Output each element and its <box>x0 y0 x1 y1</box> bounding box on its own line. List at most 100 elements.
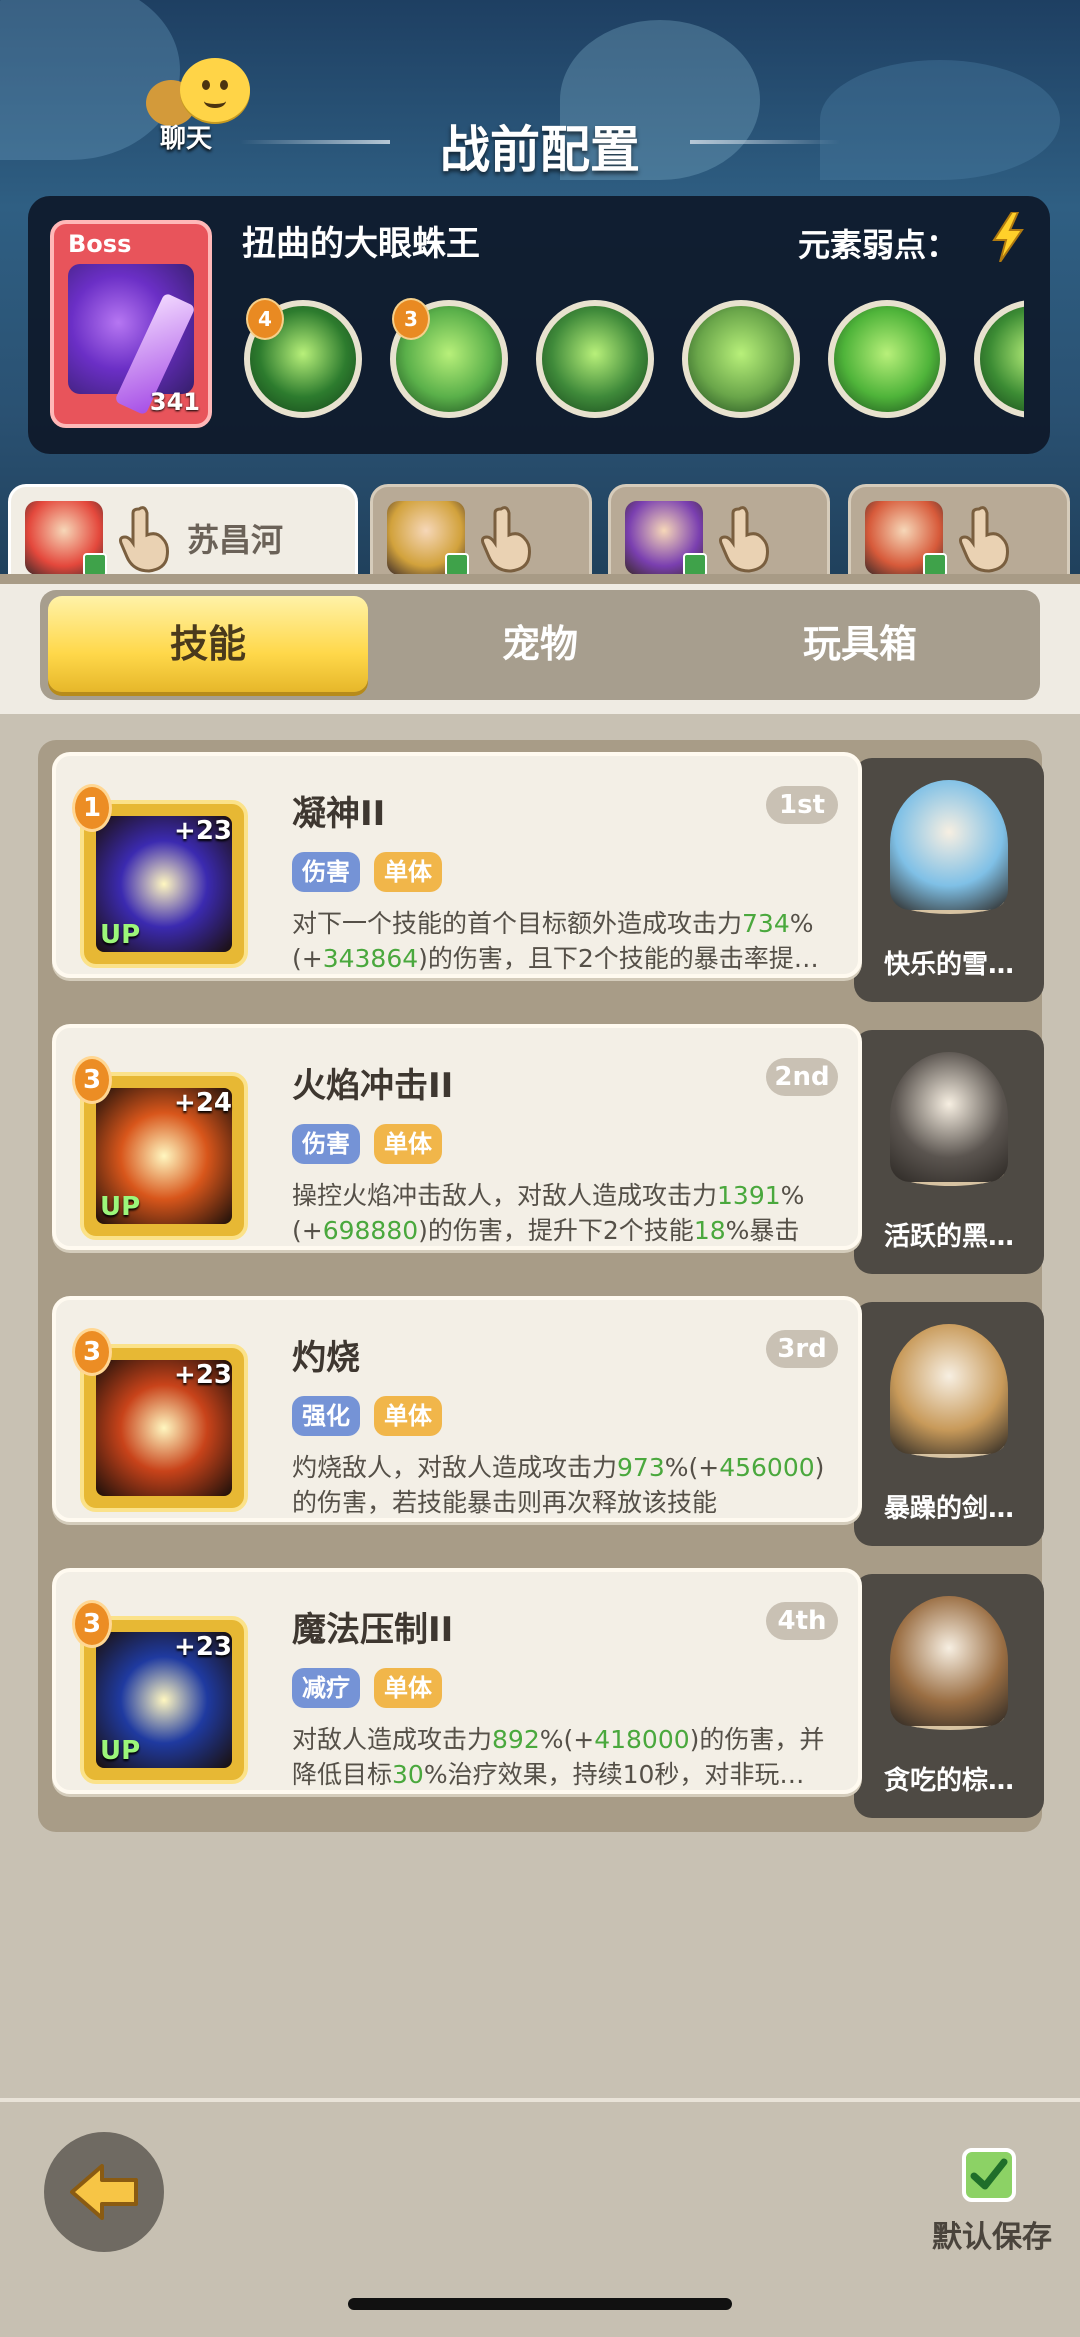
hero-tab-3[interactable] <box>608 484 830 584</box>
tap-hand-icon <box>959 506 1009 573</box>
skill-description: 操控火焰冲击敌人，对敌人造成攻击力1391%(+698880)的伤害，提升下2个… <box>292 1178 846 1248</box>
desc-text: 对下一个技能的首个目标额外造成攻击力 <box>292 909 743 938</box>
skill-title: 火焰冲击II <box>292 1066 454 1106</box>
tap-hand-icon <box>481 506 531 573</box>
pet-slot[interactable]: 暴躁的剑… <box>854 1302 1044 1546</box>
desc-text: 对敌人造成攻击力 <box>292 1725 493 1754</box>
skill-tag-type: 伤害 <box>292 852 360 892</box>
skill-list: 快乐的雪… +23 UP 1 凝神II 1st 伤害 单体 对下一个技能的首个目标额外造成攻击力… <box>38 740 1044 1832</box>
upgrade-badge: UP <box>100 1192 141 1222</box>
skill-level-badge: 3 <box>392 298 430 340</box>
skill-card-body: +23 UP 3 魔法压制II 4th 减疗 单体对敌人造成攻击力892%(+418000)… <box>52 1568 862 1794</box>
desc-value: 343864 <box>322 944 419 973</box>
avatar <box>25 501 107 577</box>
upgrade-badge: UP <box>100 920 141 950</box>
skill-tag-target: 单体 <box>374 1668 442 1708</box>
pet-name: 活跃的黑… <box>883 1222 1014 1252</box>
skill-level-badge: 3 <box>72 1600 112 1648</box>
skill-card-body: +24 UP 3 火焰冲击II 2nd 伤害 单体 操控火焰冲击敌人，对敌人造成攻击力1391… <box>52 1024 862 1250</box>
skill-order-badge: 4th <box>766 1602 838 1640</box>
desc-value: 456000 <box>719 1453 815 1482</box>
desc-value: 698880 <box>322 1216 419 1245</box>
green-slime-icon[interactable] <box>828 300 946 418</box>
checkmark-icon <box>970 2158 1008 2190</box>
skill-level-badge: 3 <box>72 1328 112 1376</box>
tab-pets[interactable]: 宠物 <box>380 596 700 692</box>
skill-tag-target: 单体 <box>374 852 442 892</box>
hero-banner: 聊天 战前配置 Boss 341 扭曲的大眼蛛王 元素弱点： 43 苏昌河 <box>0 0 1080 590</box>
desc-value: 18 <box>693 1216 726 1245</box>
tap-hand-icon <box>719 506 769 573</box>
boss-skill-list: 43 <box>244 296 1024 426</box>
skill-level-badge: 1 <box>72 784 112 832</box>
desc-text: )的伤害，提升下2个技能 <box>418 1216 694 1245</box>
skill-bonus: +23 <box>174 816 232 846</box>
hero-tab-2[interactable] <box>370 484 592 584</box>
skill-order-badge: 3rd <box>766 1330 838 1368</box>
category-tabs: 技能 宠物 玩具箱 <box>40 590 1040 700</box>
hero-tab-4[interactable] <box>848 484 1070 584</box>
skill-title: 灼烧 <box>292 1338 360 1378</box>
boss-portrait <box>68 264 196 416</box>
boss-card[interactable]: Boss 341 <box>50 220 212 428</box>
pet-name: 贪吃的棕… <box>883 1766 1014 1796</box>
avatar <box>625 501 707 577</box>
divider <box>0 574 1080 584</box>
skill-card[interactable]: 暴躁的剑… +23 3 灼烧 3rd 强化 单体 灼烧敌人，对敌人造成攻击力973%(+456… <box>52 1296 1044 1546</box>
tab-skills[interactable]: 技能 <box>48 596 368 692</box>
skill-title: 凝神II <box>292 794 386 834</box>
lightning-icon <box>992 212 1024 262</box>
skill-tag-type: 减疗 <box>292 1668 360 1708</box>
desc-text: )的伤害，且下2个技能的暴击率提… <box>418 944 819 973</box>
skill-card-body: +23 3 灼烧 3rd 强化 单体 灼烧敌人，对敌人造成攻击力973%(+456000)的… <box>52 1296 862 1522</box>
skill-title: 魔法压制II <box>292 1610 454 1650</box>
pet-figure <box>890 1052 1008 1182</box>
desc-text: 操控火焰冲击敌人，对敌人造成攻击力 <box>292 1181 718 1210</box>
hero-tab-1[interactable]: 苏昌河 <box>8 484 358 584</box>
home-indicator <box>348 2298 732 2310</box>
boss-panel: Boss 341 扭曲的大眼蛛王 元素弱点： 43 <box>28 196 1050 454</box>
skill-bonus: +23 <box>174 1632 232 1662</box>
pet-slot[interactable]: 活跃的黑… <box>854 1030 1044 1274</box>
category-bar: 技能 宠物 玩具箱 <box>0 584 1080 714</box>
desc-value: 892 <box>492 1725 540 1754</box>
back-button[interactable] <box>44 2132 164 2252</box>
skill-order-badge: 1st <box>766 786 838 824</box>
pet-figure <box>890 1324 1008 1454</box>
spider-web-icon[interactable]: 3 <box>390 298 508 418</box>
skill-card[interactable]: 贪吃的棕… +23 UP 3 魔法压制II 4th 减疗 单体对敌人造成攻击力892%(+41… <box>52 1568 1044 1818</box>
skill-card[interactable]: 活跃的黑… +24 UP 3 火焰冲击II 2nd 伤害 单体 操控火焰冲击敌人，对敌人造成攻击… <box>52 1024 1044 1274</box>
pet-name: 快乐的雪… <box>883 950 1014 980</box>
pet-slot[interactable]: 贪吃的棕… <box>854 1574 1044 1818</box>
desc-text: %(+ <box>539 1725 595 1754</box>
skill-tag-type: 伤害 <box>292 1124 360 1164</box>
skill-level-badge: 3 <box>72 1056 112 1104</box>
skill-tag-type: 强化 <box>292 1396 360 1436</box>
pet-slot[interactable]: 快乐的雪… <box>854 758 1044 1002</box>
skill-description: 灼烧敌人，对敌人造成攻击力973%(+456000)的伤害，若技能暴击则再次释放… <box>292 1450 846 1520</box>
desc-value: 30 <box>392 1760 424 1789</box>
skill-description: 对敌人造成攻击力892%(+418000)的伤害，并降低目标30%治疗效果，持续… <box>292 1722 846 1792</box>
upgrade-badge: UP <box>100 1736 141 1766</box>
desc-text: %(+ <box>664 1453 720 1482</box>
desc-text: %治疗效果，持续10秒，对非玩… <box>423 1760 805 1789</box>
skill-card[interactable]: 快乐的雪… +23 UP 1 凝神II 1st 伤害 单体对下一个技能的首个目标额外造成攻击力… <box>52 752 1044 1002</box>
green-slash-icon[interactable]: 4 <box>244 298 362 418</box>
pet-figure <box>890 780 1008 910</box>
default-save-checkbox[interactable] <box>962 2148 1016 2202</box>
weakness-label: 元素弱点： <box>798 226 959 264</box>
desc-value: 973 <box>617 1453 665 1482</box>
avatar <box>865 501 947 577</box>
pet-name: 暴躁的剑… <box>883 1494 1014 1524</box>
pet-figure <box>890 1596 1008 1726</box>
boss-level: 341 <box>149 388 200 416</box>
beetle-mask-icon[interactable] <box>536 300 654 418</box>
boss-tag: Boss <box>68 230 132 258</box>
tab-toybox[interactable]: 玩具箱 <box>700 596 1020 692</box>
boar-warrior-icon[interactable] <box>682 300 800 418</box>
boss-name: 扭曲的大眼蛛王 <box>242 224 480 264</box>
tap-hand-icon <box>119 506 169 573</box>
avatar <box>387 501 469 577</box>
hero-tab-bar: 苏昌河 <box>0 476 1080 584</box>
green-skill-icon[interactable] <box>974 300 1024 418</box>
